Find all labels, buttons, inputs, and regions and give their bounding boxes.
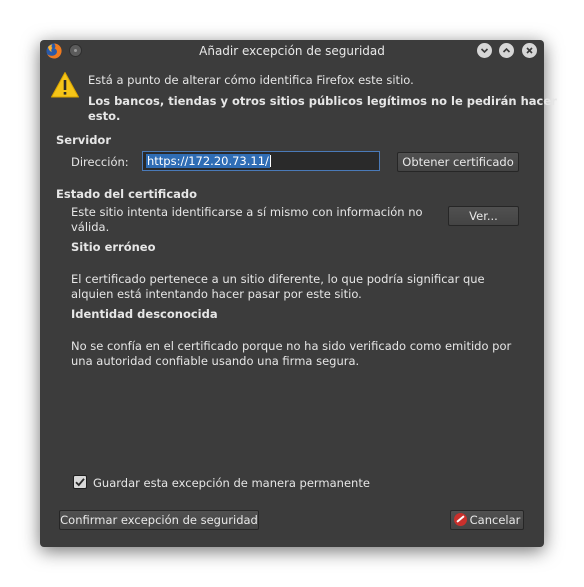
view-certificate-button[interactable]: Ver... <box>448 206 519 226</box>
cert-status-desc: Este sitio intenta identificarse a sí mi… <box>71 205 423 219</box>
address-label: Dirección: <box>71 155 129 169</box>
cancel-icon <box>453 513 467 526</box>
security-exception-dialog: Añadir excepción de seguridad Está a pun… <box>40 40 557 547</box>
warning-bold-text: Los bancos, tiendas y otros sitios públi… <box>88 94 557 108</box>
wrong-site-text-cont: alquien está intentando hacer pasar por … <box>71 287 362 301</box>
close-button[interactable] <box>522 43 537 58</box>
warning-text: Está a punto de alterar cómo identifica … <box>88 73 414 87</box>
window-title: Añadir excepción de seguridad <box>199 44 385 58</box>
warning-bold-text-cont: esto. <box>88 109 121 123</box>
get-certificate-button[interactable]: Obtener certificado <box>397 152 519 172</box>
address-value: https://172.20.73.11/ <box>146 154 270 168</box>
chevron-down-icon <box>480 48 489 54</box>
cancel-label: Cancelar <box>469 513 521 527</box>
permanent-label[interactable]: Guardar esta excepción de manera permane… <box>93 476 370 490</box>
text-caret <box>269 155 271 167</box>
cert-status-heading: Estado del certificado <box>56 187 198 201</box>
titlebar[interactable]: Añadir excepción de seguridad <box>40 40 544 62</box>
address-input[interactable]: https://172.20.73.11/ <box>142 151 380 171</box>
confirm-exception-button[interactable]: Confirmar excepción de seguridad <box>59 510 259 530</box>
permanent-checkbox[interactable] <box>73 475 87 489</box>
confirm-exception-label: Confirmar excepción de seguridad <box>60 513 258 527</box>
view-certificate-label: Ver... <box>469 209 498 223</box>
cert-status-desc-cont: válida. <box>71 220 110 234</box>
get-certificate-label: Obtener certificado <box>402 155 514 169</box>
wrong-site-text: El certificado pertenece a un sitio dife… <box>71 272 485 286</box>
cancel-button[interactable]: Cancelar <box>450 510 524 530</box>
unknown-identity-text: No se confía en el certificado porque no… <box>71 339 512 353</box>
unknown-identity-heading: Identidad desconocida <box>71 307 218 321</box>
minimize-button[interactable] <box>477 43 492 58</box>
wrong-site-heading: Sitio erróneo <box>71 240 156 254</box>
checkmark-icon <box>75 478 85 487</box>
close-icon <box>526 47 533 54</box>
maximize-button[interactable] <box>499 43 514 58</box>
server-heading: Servidor <box>56 133 111 147</box>
unknown-identity-text-cont: una autoridad confiable usando una firma… <box>71 354 360 368</box>
warning-triangle-icon <box>51 72 79 98</box>
chevron-up-icon <box>502 47 511 53</box>
